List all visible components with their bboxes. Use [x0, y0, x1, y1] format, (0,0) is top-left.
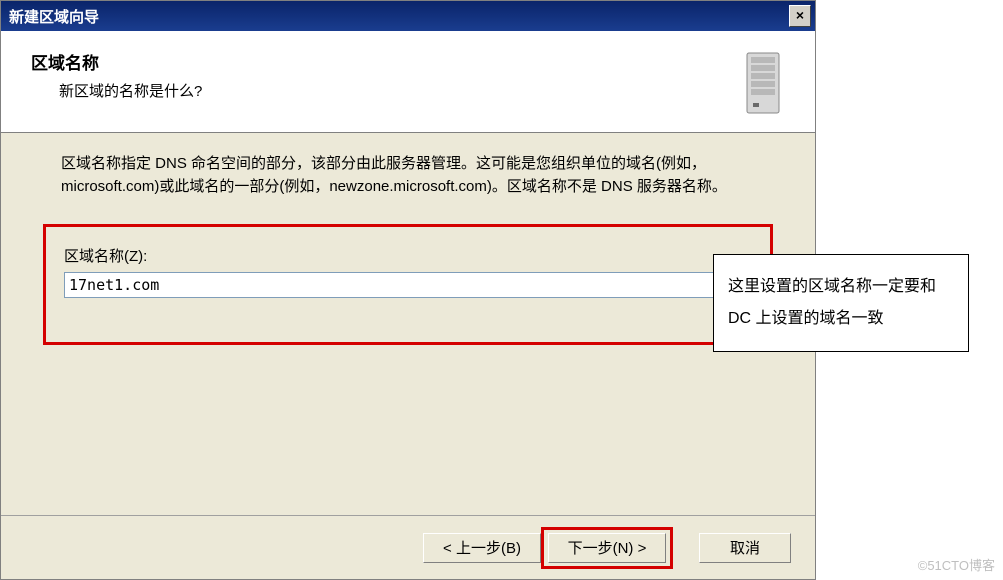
- titlebar: 新建区域向导 ×: [1, 1, 815, 31]
- page-subtitle: 新区域的名称是什么?: [31, 80, 785, 101]
- zone-name-label: 区域名称(Z):: [64, 245, 752, 266]
- cancel-button[interactable]: 取消: [699, 533, 791, 563]
- watermark: ©51CTO博客: [918, 555, 995, 574]
- next-button[interactable]: 下一步(N) >: [548, 533, 666, 563]
- wizard-dialog: 新建区域向导 × 区域名称 新区域的名称是什么? 区域名称指定 DNS 命名空间…: [0, 0, 816, 580]
- zone-name-highlight: 区域名称(Z):: [43, 224, 773, 345]
- server-icon: [739, 49, 787, 119]
- window-title: 新建区域向导: [9, 6, 99, 27]
- annotation-callout: 这里设置的区域名称一定要和 DC 上设置的域名一致: [713, 254, 969, 352]
- wizard-header: 区域名称 新区域的名称是什么?: [1, 31, 815, 133]
- page-title: 区域名称: [31, 49, 785, 74]
- description-text: 区域名称指定 DNS 命名空间的部分，该部分由此服务器管理。这可能是您组织单位的…: [61, 153, 755, 198]
- zone-name-input[interactable]: [64, 272, 752, 298]
- close-icon[interactable]: ×: [789, 5, 811, 27]
- next-highlight: 下一步(N) >: [541, 527, 673, 569]
- button-bar: < 上一步(B) 下一步(N) > 取消: [1, 515, 815, 579]
- content-area: 区域名称指定 DNS 命名空间的部分，该部分由此服务器管理。这可能是您组织单位的…: [1, 133, 815, 345]
- back-button[interactable]: < 上一步(B): [423, 533, 541, 563]
